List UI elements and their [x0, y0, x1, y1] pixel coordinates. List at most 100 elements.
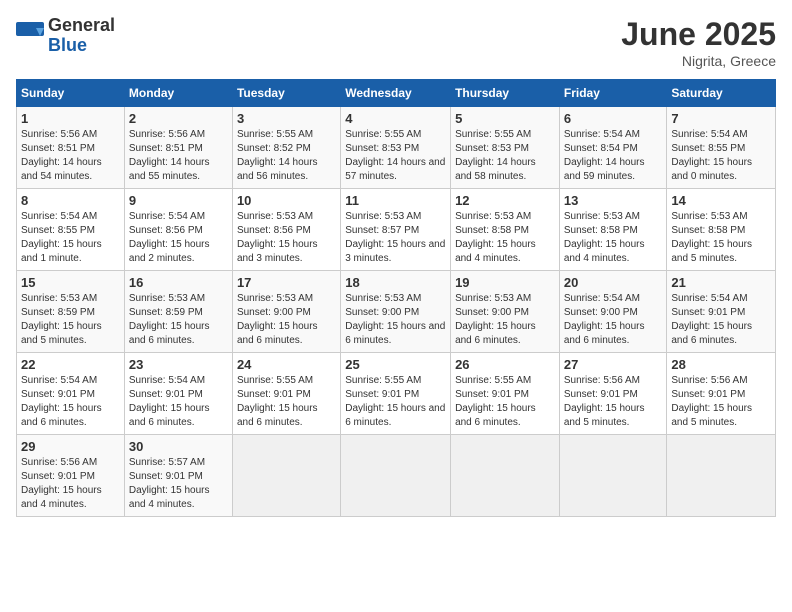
calendar-header-row: SundayMondayTuesdayWednesdayThursdayFrid…: [17, 80, 776, 107]
day-info: Sunrise: 5:55 AM Sunset: 9:01 PM Dayligh…: [345, 374, 446, 430]
day-info: Sunrise: 5:53 AM Sunset: 8:56 PM Dayligh…: [237, 210, 336, 266]
day-info: Sunrise: 5:56 AM Sunset: 9:01 PM Dayligh…: [671, 374, 771, 430]
calendar-cell: [232, 435, 340, 517]
calendar-cell: 5 Sunrise: 5:55 AM Sunset: 8:53 PM Dayli…: [451, 107, 560, 189]
calendar-cell: 10 Sunrise: 5:53 AM Sunset: 8:56 PM Dayl…: [232, 189, 340, 271]
calendar-cell: 18 Sunrise: 5:53 AM Sunset: 9:00 PM Dayl…: [341, 271, 451, 353]
day-number: 1: [21, 111, 120, 126]
day-number: 14: [671, 193, 771, 208]
calendar-week-row: 15 Sunrise: 5:53 AM Sunset: 8:59 PM Dayl…: [17, 271, 776, 353]
month-title: June 2025: [621, 16, 776, 53]
calendar-cell: 26 Sunrise: 5:55 AM Sunset: 9:01 PM Dayl…: [451, 353, 560, 435]
day-number: 17: [237, 275, 336, 290]
calendar-cell: 17 Sunrise: 5:53 AM Sunset: 9:00 PM Dayl…: [232, 271, 340, 353]
calendar-cell: 16 Sunrise: 5:53 AM Sunset: 8:59 PM Dayl…: [124, 271, 232, 353]
day-number: 20: [564, 275, 663, 290]
day-number: 10: [237, 193, 336, 208]
day-number: 29: [21, 439, 120, 454]
calendar-week-row: 8 Sunrise: 5:54 AM Sunset: 8:55 PM Dayli…: [17, 189, 776, 271]
day-number: 5: [455, 111, 555, 126]
logo-text: General Blue: [48, 16, 115, 56]
day-info: Sunrise: 5:53 AM Sunset: 8:59 PM Dayligh…: [129, 292, 228, 348]
day-number: 16: [129, 275, 228, 290]
day-number: 22: [21, 357, 120, 372]
day-number: 2: [129, 111, 228, 126]
calendar-cell: 29 Sunrise: 5:56 AM Sunset: 9:01 PM Dayl…: [17, 435, 125, 517]
logo: General Blue: [16, 16, 115, 56]
calendar-cell: 13 Sunrise: 5:53 AM Sunset: 8:58 PM Dayl…: [559, 189, 667, 271]
calendar-cell: 28 Sunrise: 5:56 AM Sunset: 9:01 PM Dayl…: [667, 353, 776, 435]
logo-blue-text: Blue: [48, 36, 115, 56]
day-info: Sunrise: 5:56 AM Sunset: 8:51 PM Dayligh…: [21, 128, 120, 184]
day-number: 28: [671, 357, 771, 372]
day-info: Sunrise: 5:53 AM Sunset: 8:59 PM Dayligh…: [21, 292, 120, 348]
calendar-cell: [667, 435, 776, 517]
weekday-header: Thursday: [451, 80, 560, 107]
day-number: 4: [345, 111, 446, 126]
day-number: 15: [21, 275, 120, 290]
day-number: 25: [345, 357, 446, 372]
calendar-cell: 8 Sunrise: 5:54 AM Sunset: 8:55 PM Dayli…: [17, 189, 125, 271]
day-info: Sunrise: 5:53 AM Sunset: 9:00 PM Dayligh…: [345, 292, 446, 348]
day-info: Sunrise: 5:54 AM Sunset: 9:01 PM Dayligh…: [671, 292, 771, 348]
day-number: 30: [129, 439, 228, 454]
location-text: Nigrita, Greece: [621, 53, 776, 69]
day-info: Sunrise: 5:55 AM Sunset: 8:53 PM Dayligh…: [455, 128, 555, 184]
day-info: Sunrise: 5:53 AM Sunset: 8:58 PM Dayligh…: [671, 210, 771, 266]
day-info: Sunrise: 5:53 AM Sunset: 8:58 PM Dayligh…: [455, 210, 555, 266]
day-number: 24: [237, 357, 336, 372]
day-info: Sunrise: 5:56 AM Sunset: 9:01 PM Dayligh…: [564, 374, 663, 430]
calendar-cell: 21 Sunrise: 5:54 AM Sunset: 9:01 PM Dayl…: [667, 271, 776, 353]
day-info: Sunrise: 5:54 AM Sunset: 8:55 PM Dayligh…: [21, 210, 120, 266]
day-info: Sunrise: 5:56 AM Sunset: 9:01 PM Dayligh…: [21, 456, 120, 512]
day-number: 12: [455, 193, 555, 208]
calendar-week-row: 22 Sunrise: 5:54 AM Sunset: 9:01 PM Dayl…: [17, 353, 776, 435]
day-info: Sunrise: 5:54 AM Sunset: 8:54 PM Dayligh…: [564, 128, 663, 184]
weekday-header: Sunday: [17, 80, 125, 107]
day-info: Sunrise: 5:55 AM Sunset: 8:52 PM Dayligh…: [237, 128, 336, 184]
calendar-week-row: 1 Sunrise: 5:56 AM Sunset: 8:51 PM Dayli…: [17, 107, 776, 189]
day-info: Sunrise: 5:54 AM Sunset: 9:01 PM Dayligh…: [21, 374, 120, 430]
day-info: Sunrise: 5:57 AM Sunset: 9:01 PM Dayligh…: [129, 456, 228, 512]
logo-icon: [16, 22, 44, 50]
page-header: General Blue June 2025 Nigrita, Greece: [16, 16, 776, 69]
day-info: Sunrise: 5:53 AM Sunset: 8:57 PM Dayligh…: [345, 210, 446, 266]
calendar-cell: 23 Sunrise: 5:54 AM Sunset: 9:01 PM Dayl…: [124, 353, 232, 435]
calendar-cell: 27 Sunrise: 5:56 AM Sunset: 9:01 PM Dayl…: [559, 353, 667, 435]
weekday-header: Friday: [559, 80, 667, 107]
day-number: 11: [345, 193, 446, 208]
calendar-cell: 19 Sunrise: 5:53 AM Sunset: 9:00 PM Dayl…: [451, 271, 560, 353]
day-number: 26: [455, 357, 555, 372]
calendar-cell: 15 Sunrise: 5:53 AM Sunset: 8:59 PM Dayl…: [17, 271, 125, 353]
day-info: Sunrise: 5:54 AM Sunset: 8:56 PM Dayligh…: [129, 210, 228, 266]
weekday-header: Saturday: [667, 80, 776, 107]
calendar-cell: [559, 435, 667, 517]
calendar-cell: 25 Sunrise: 5:55 AM Sunset: 9:01 PM Dayl…: [341, 353, 451, 435]
day-number: 27: [564, 357, 663, 372]
calendar-cell: 6 Sunrise: 5:54 AM Sunset: 8:54 PM Dayli…: [559, 107, 667, 189]
calendar-cell: 2 Sunrise: 5:56 AM Sunset: 8:51 PM Dayli…: [124, 107, 232, 189]
calendar-cell: 30 Sunrise: 5:57 AM Sunset: 9:01 PM Dayl…: [124, 435, 232, 517]
logo-general-text: General: [48, 16, 115, 36]
calendar-cell: 14 Sunrise: 5:53 AM Sunset: 8:58 PM Dayl…: [667, 189, 776, 271]
calendar-cell: 1 Sunrise: 5:56 AM Sunset: 8:51 PM Dayli…: [17, 107, 125, 189]
calendar-table: SundayMondayTuesdayWednesdayThursdayFrid…: [16, 79, 776, 517]
day-number: 3: [237, 111, 336, 126]
day-info: Sunrise: 5:53 AM Sunset: 9:00 PM Dayligh…: [455, 292, 555, 348]
title-area: June 2025 Nigrita, Greece: [621, 16, 776, 69]
day-number: 9: [129, 193, 228, 208]
calendar-week-row: 29 Sunrise: 5:56 AM Sunset: 9:01 PM Dayl…: [17, 435, 776, 517]
day-info: Sunrise: 5:53 AM Sunset: 8:58 PM Dayligh…: [564, 210, 663, 266]
day-info: Sunrise: 5:53 AM Sunset: 9:00 PM Dayligh…: [237, 292, 336, 348]
day-number: 21: [671, 275, 771, 290]
calendar-cell: 3 Sunrise: 5:55 AM Sunset: 8:52 PM Dayli…: [232, 107, 340, 189]
calendar-cell: 20 Sunrise: 5:54 AM Sunset: 9:00 PM Dayl…: [559, 271, 667, 353]
day-number: 18: [345, 275, 446, 290]
day-info: Sunrise: 5:55 AM Sunset: 8:53 PM Dayligh…: [345, 128, 446, 184]
day-info: Sunrise: 5:56 AM Sunset: 8:51 PM Dayligh…: [129, 128, 228, 184]
calendar-cell: 24 Sunrise: 5:55 AM Sunset: 9:01 PM Dayl…: [232, 353, 340, 435]
day-number: 7: [671, 111, 771, 126]
day-info: Sunrise: 5:54 AM Sunset: 8:55 PM Dayligh…: [671, 128, 771, 184]
day-info: Sunrise: 5:54 AM Sunset: 9:01 PM Dayligh…: [129, 374, 228, 430]
day-info: Sunrise: 5:54 AM Sunset: 9:00 PM Dayligh…: [564, 292, 663, 348]
